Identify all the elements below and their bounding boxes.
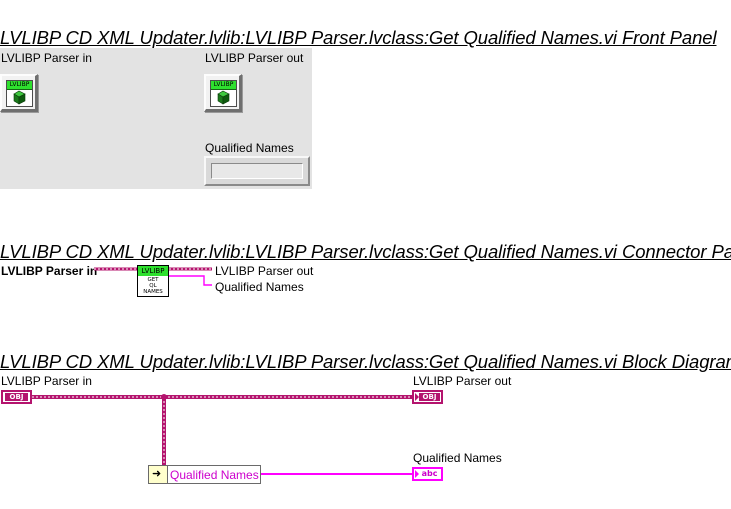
bd-in-label: LVLIBP Parser in (1, 374, 92, 388)
bd-wire-junction (161, 394, 167, 400)
wiring-layer (32, 267, 412, 475)
cp-output2-wire (169, 275, 212, 286)
bd-out-label: LVLIBP Parser out (413, 374, 512, 388)
bd-property-node-header: ➜ (149, 466, 168, 483)
bd-out-terminal[interactable]: OBJ (412, 390, 443, 404)
cp-vi-icon[interactable]: LVLIBP GET QL NAMES (137, 265, 169, 297)
bd-property-item[interactable]: Qualified Names (170, 468, 259, 482)
bd-out-terminal-text: OBJ (419, 393, 440, 401)
arrow-right-icon: ➜ (152, 468, 162, 480)
cp-icon-line3: NAMES (143, 289, 163, 295)
block-diagram-title: LVLIBP CD XML Updater.lvlib:LVLIBP Parse… (0, 351, 731, 372)
vi-documentation-page: LVLIBP CD XML Updater.lvlib:LVLIBP Parse… (0, 0, 731, 509)
bd-qn-label: Qualified Names (413, 451, 502, 465)
bd-in-terminal[interactable]: OBJ (1, 390, 32, 404)
cp-icon-tag: LVLIBP (138, 266, 168, 276)
bd-in-terminal-text: OBJ (5, 393, 28, 401)
bd-qn-terminal[interactable]: abc (412, 467, 443, 481)
bd-qn-terminal-text: abc (421, 469, 438, 478)
bd-property-node[interactable]: ➜ Qualified Names (148, 465, 261, 484)
